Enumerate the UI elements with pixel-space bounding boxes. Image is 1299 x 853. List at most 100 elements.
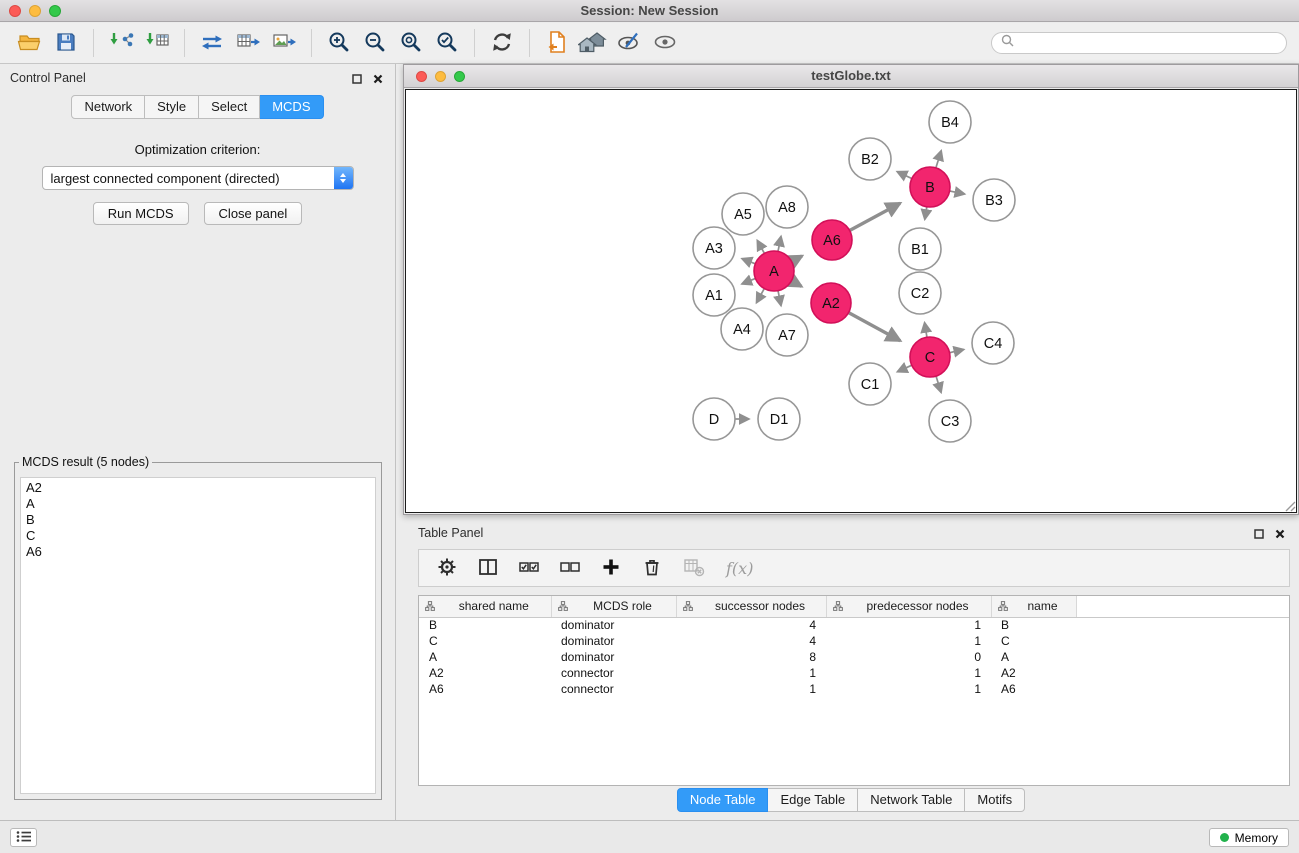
network-edge-A-A7[interactable]: [778, 290, 781, 306]
table-cell[interactable]: 8: [676, 649, 826, 665]
zoom-out-button[interactable]: [357, 26, 393, 60]
table-cell[interactable]: 1: [676, 665, 826, 681]
network-node-B1[interactable]: B1: [899, 228, 941, 270]
table-cell[interactable]: 1: [676, 681, 826, 697]
control-tab-mcds[interactable]: MCDS: [260, 95, 323, 119]
close-table-panel-icon[interactable]: [1275, 526, 1285, 544]
table-cell[interactable]: A: [991, 649, 1076, 665]
resize-grip-icon[interactable]: [1283, 499, 1296, 512]
export-network-button[interactable]: [194, 26, 230, 60]
table-cell[interactable]: B: [991, 617, 1076, 633]
table-tab-node-table[interactable]: Node Table: [677, 788, 769, 812]
table-cell[interactable]: 0: [826, 649, 991, 665]
network-canvas[interactable]: B4B2BB3A5A8A6B1A3AC2A1A2A4A7C4CC1C3DD1: [405, 89, 1297, 513]
table-cell[interactable]: connector: [551, 665, 676, 681]
task-history-button[interactable]: [10, 828, 37, 847]
network-edge-B-B1[interactable]: [925, 206, 927, 220]
criterion-dropdown[interactable]: largest connected component (directed): [42, 166, 354, 190]
zoom-window-button[interactable]: [49, 5, 61, 17]
network-edge-A-A4[interactable]: [757, 288, 765, 303]
column-header-predecessor-nodes[interactable]: predecessor nodes: [826, 596, 991, 617]
import-network-button[interactable]: [103, 26, 139, 60]
delete-column-button[interactable]: [642, 557, 662, 580]
table-tab-network-table[interactable]: Network Table: [858, 788, 965, 812]
network-node-A6[interactable]: A6: [812, 220, 852, 260]
table-cell[interactable]: 1: [826, 665, 991, 681]
network-node-A5[interactable]: A5: [722, 193, 764, 235]
network-edge-C-C1[interactable]: [897, 365, 912, 372]
refresh-button[interactable]: [484, 26, 520, 60]
table-cell[interactable]: dominator: [551, 649, 676, 665]
table-cell[interactable]: A2: [419, 665, 551, 681]
mcds-result-item[interactable]: A2: [26, 480, 375, 496]
network-node-A1[interactable]: A1: [693, 274, 735, 316]
table-cell[interactable]: A6: [419, 681, 551, 697]
network-edge-B-B4[interactable]: [936, 151, 942, 169]
table-cell[interactable]: 1: [826, 633, 991, 649]
column-header-MCDS-role[interactable]: MCDS role: [551, 596, 676, 617]
search-input[interactable]: [1020, 36, 1277, 50]
network-window-titlebar[interactable]: testGlobe.txt: [404, 65, 1298, 88]
mcds-result-item[interactable]: C: [26, 528, 375, 544]
network-node-D1[interactable]: D1: [758, 398, 800, 440]
mcds-result-item[interactable]: A6: [26, 544, 375, 560]
network-close-button[interactable]: [416, 71, 427, 82]
network-node-C4[interactable]: C4: [972, 322, 1014, 364]
style-details-button[interactable]: [611, 26, 647, 60]
table-cell[interactable]: 1: [826, 681, 991, 697]
save-session-button[interactable]: [48, 26, 84, 60]
node-table-container[interactable]: shared nameMCDS rolesuccessor nodesprede…: [418, 595, 1290, 786]
network-edge-A6-B[interactable]: [849, 203, 900, 231]
network-node-C1[interactable]: C1: [849, 363, 891, 405]
network-node-A3[interactable]: A3: [693, 227, 735, 269]
network-edge-A-A1[interactable]: [742, 278, 757, 284]
node-table-row[interactable]: A2connector11A2: [419, 665, 1289, 681]
delete-table-button[interactable]: [683, 557, 705, 580]
close-panel-icon[interactable]: [373, 71, 383, 89]
network-node-A4[interactable]: A4: [721, 308, 763, 350]
table-cell[interactable]: 4: [676, 617, 826, 633]
add-column-button[interactable]: [601, 557, 621, 580]
close-window-button[interactable]: [9, 5, 21, 17]
network-node-A8[interactable]: A8: [766, 186, 808, 228]
network-node-B2[interactable]: B2: [849, 138, 891, 180]
table-cell[interactable]: A: [419, 649, 551, 665]
export-image-button[interactable]: [266, 26, 302, 60]
deselect-all-button[interactable]: [560, 559, 580, 578]
import-table-button[interactable]: [139, 26, 175, 60]
control-tab-select[interactable]: Select: [199, 95, 260, 119]
network-node-B3[interactable]: B3: [973, 179, 1015, 221]
mcds-result-item[interactable]: A: [26, 496, 375, 512]
network-edge-A2-C[interactable]: [848, 312, 901, 341]
minimize-window-button[interactable]: [29, 5, 41, 17]
first-neighbors-button[interactable]: [575, 26, 611, 60]
table-cell[interactable]: dominator: [551, 617, 676, 633]
mcds-result-list[interactable]: A2ABCA6: [20, 477, 376, 794]
column-header-successor-nodes[interactable]: successor nodes: [676, 596, 826, 617]
table-cell[interactable]: C: [419, 633, 551, 649]
export-table-button[interactable]: [230, 26, 266, 60]
column-header-shared-name[interactable]: shared name: [419, 596, 551, 617]
mcds-result-item[interactable]: B: [26, 512, 375, 528]
node-table-row[interactable]: A6connector11A6: [419, 681, 1289, 697]
table-cell[interactable]: 1: [826, 617, 991, 633]
column-header-name[interactable]: name: [991, 596, 1076, 617]
network-edge-A-A3[interactable]: [742, 259, 756, 265]
table-settings-button[interactable]: [437, 557, 457, 580]
table-cell[interactable]: A2: [991, 665, 1076, 681]
float-table-panel-icon[interactable]: [1254, 526, 1264, 544]
network-node-D[interactable]: D: [693, 398, 735, 440]
open-network-file-button[interactable]: [539, 26, 575, 60]
zoom-fit-button[interactable]: [393, 26, 429, 60]
table-cell[interactable]: B: [419, 617, 551, 633]
close-panel-button[interactable]: Close panel: [204, 202, 303, 225]
network-edge-A-A5[interactable]: [757, 240, 765, 254]
table-cell[interactable]: A6: [991, 681, 1076, 697]
network-minimize-button[interactable]: [435, 71, 446, 82]
network-edge-A-A8[interactable]: [778, 236, 781, 252]
control-tab-style[interactable]: Style: [145, 95, 199, 119]
zoom-selected-button[interactable]: [429, 26, 465, 60]
network-graph[interactable]: B4B2BB3A5A8A6B1A3AC2A1A2A4A7C4CC1C3DD1: [406, 90, 1298, 514]
function-builder-button[interactable]: f(x): [726, 559, 753, 578]
table-cell[interactable]: connector: [551, 681, 676, 697]
